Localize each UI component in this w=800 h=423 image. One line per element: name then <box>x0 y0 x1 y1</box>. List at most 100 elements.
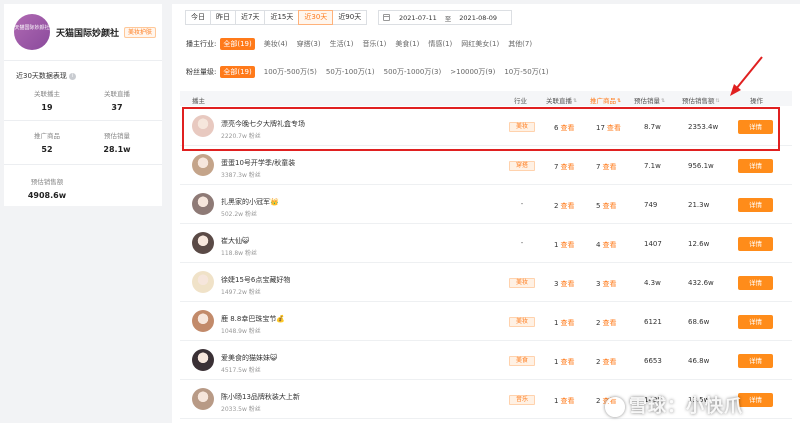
header-linked-live[interactable]: 关联直播⇅ <box>546 95 577 105</box>
detail-button[interactable]: 详情 <box>738 198 773 212</box>
view-live-link[interactable]: 查看 <box>560 397 574 405</box>
products-cell: 5 查看 <box>596 202 617 210</box>
industry-option[interactable]: 生活(1) <box>330 39 354 49</box>
view-live-link[interactable]: 查看 <box>560 358 574 366</box>
header-sales[interactable]: 预估销量⇅ <box>634 95 665 105</box>
view-live-link[interactable]: 查看 <box>560 241 574 249</box>
industry-badge: 美食 <box>509 356 535 366</box>
sales-cell: 6653 <box>644 357 662 365</box>
tab-90days[interactable]: 近90天 <box>332 10 368 25</box>
table-row[interactable]: 蛋蛋10号开学季/秋童装 3387.3w 粉丝 穿搭 7 查看 7 查看 7.1w 956.1w… <box>180 147 792 185</box>
table-row[interactable]: 徐婕15号6点宝藏好物 1497.2w 粉丝 美妆 3 查看 3 查看 4.3w 432.6w 详… <box>180 264 792 302</box>
sort-icon: ⇅ <box>617 98 622 104</box>
linked-live-cell: 3 查看 <box>554 280 575 288</box>
main-panel: 今日 昨日 近7天 近15天 近30天 近90天 2021-07-11 至 20… <box>172 4 800 423</box>
table-row[interactable]: 鹿 8.8幸巴珠宝节💰 1048.9w 粉丝 美妆 1 查看 2 查看 6121 68.6w 详情 <box>180 303 792 341</box>
anchor-name[interactable]: 扎黑家的小冠军👑 <box>221 197 279 207</box>
detail-button[interactable]: 详情 <box>738 393 773 407</box>
header-industry: 行业 <box>514 97 527 105</box>
anchor-name[interactable]: 爱美食的猫妹妹😺 <box>221 353 277 363</box>
summary-title: 近30天数据表现 i <box>16 71 76 81</box>
table-row[interactable]: 崔大仙😺 118.8w 粉丝 - 1 查看 4 查看 1407 12.6w 详情 <box>180 225 792 263</box>
sort-icon: ⇅ <box>715 98 720 104</box>
fans-option-all[interactable]: 全部(19) <box>220 66 255 78</box>
anchor-name[interactable]: 徐婕15号6点宝藏好物 <box>221 275 290 285</box>
arrow-annotation <box>730 56 763 96</box>
table-row[interactable]: 扎黑家的小冠军👑 502.2w 粉丝 - 2 查看 5 查看 749 21.3w 详情 <box>180 186 792 224</box>
stat-promoted-products: 推广商品 52 <box>34 132 60 154</box>
view-products-link[interactable]: 查看 <box>602 358 616 366</box>
fans-option[interactable]: 100万-500万(5) <box>264 67 317 77</box>
anchor-name[interactable]: 陈小旸13品牌秋装大上新 <box>221 392 300 402</box>
fans-option[interactable]: 500万-1000万(3) <box>384 67 442 77</box>
industry-option-all[interactable]: 全部(19) <box>220 38 255 50</box>
anchor-fans: 4517.5w 粉丝 <box>221 367 261 374</box>
detail-button[interactable]: 详情 <box>738 315 773 329</box>
view-products-link[interactable]: 查看 <box>602 163 616 171</box>
products-cell: 7 查看 <box>596 163 617 171</box>
view-live-link[interactable]: 查看 <box>560 163 574 171</box>
anchor-fans: 2033.5w 粉丝 <box>221 406 261 413</box>
industry-option[interactable]: 美食(1) <box>395 39 419 49</box>
shop-logo: 天猫国际妙颜社 <box>14 14 50 50</box>
view-live-link[interactable]: 查看 <box>560 280 574 288</box>
tab-30days[interactable]: 近30天 <box>298 10 334 25</box>
view-products-link[interactable]: 查看 <box>602 319 616 327</box>
info-icon[interactable]: i <box>68 72 76 80</box>
view-products-link[interactable]: 查看 <box>602 202 616 210</box>
anchor-avatar[interactable] <box>192 349 214 371</box>
linked-live-cell: 2 查看 <box>554 202 575 210</box>
header-revenue[interactable]: 预估销售额⇅ <box>682 95 720 105</box>
anchor-fans: 502.2w 粉丝 <box>221 211 257 218</box>
anchor-fans: 3387.3w 粉丝 <box>221 172 261 179</box>
industry-option[interactable]: 音乐(1) <box>363 39 387 49</box>
view-live-link[interactable]: 查看 <box>560 319 574 327</box>
industry-badge: 美妆 <box>509 317 535 327</box>
tab-yesterday[interactable]: 昨日 <box>210 10 236 25</box>
table-row[interactable]: 爱美食的猫妹妹😺 4517.5w 粉丝 美食 1 查看 2 查看 6653 46.8w 详情 <box>180 342 792 380</box>
tab-15days[interactable]: 近15天 <box>264 10 300 25</box>
tab-today[interactable]: 今日 <box>185 10 211 25</box>
industry-option[interactable]: 美妆(4) <box>264 39 288 49</box>
anchor-name[interactable]: 鹿 8.8幸巴珠宝节💰 <box>221 314 285 324</box>
anchor-name[interactable]: 蛋蛋10号开学季/秋童装 <box>221 158 295 168</box>
header-products[interactable]: 推广商品⇅ <box>590 95 621 105</box>
detail-button[interactable]: 详情 <box>738 159 773 173</box>
anchor-name[interactable]: 崔大仙😺 <box>221 236 249 246</box>
fans-filter: 粉丝量级: 全部(19) 100万-500万(5) 50万-100万(1) 50… <box>186 66 558 78</box>
anchor-avatar[interactable] <box>192 271 214 293</box>
industry-option[interactable]: 情感(1) <box>428 39 452 49</box>
industry-badge: 穿搭 <box>509 161 535 171</box>
view-live-link[interactable]: 查看 <box>560 202 574 210</box>
stat-linked-lives: 关联直播 37 <box>104 90 130 112</box>
anchor-avatar[interactable] <box>192 388 214 410</box>
date-range-picker[interactable]: 2021-07-11 至 2021-08-09 <box>378 10 512 25</box>
fans-option[interactable]: >10000万(9) <box>450 67 495 77</box>
industry-option[interactable]: 网红美女(1) <box>461 39 499 49</box>
view-products-link[interactable]: 查看 <box>602 280 616 288</box>
industry-filter-label: 播主行业: <box>186 40 217 48</box>
date-start: 2021-07-11 <box>399 13 437 22</box>
linked-live-cell: 1 查看 <box>554 358 575 366</box>
view-products-link[interactable]: 查看 <box>602 241 616 249</box>
revenue-cell: 68.6w <box>688 318 710 326</box>
fans-option[interactable]: 10万-50万(1) <box>504 67 548 77</box>
industry-badge: - <box>520 239 524 247</box>
detail-button[interactable]: 详情 <box>738 354 773 368</box>
industry-option[interactable]: 穿搭(3) <box>297 39 321 49</box>
watermark-logo-icon <box>605 397 625 417</box>
stat-estimated-revenue: 预估销售额 4908.6w <box>27 178 67 200</box>
revenue-cell: 12.6w <box>688 240 710 248</box>
anchor-avatar[interactable] <box>192 154 214 176</box>
industry-filter: 播主行业: 全部(19) 美妆(4) 穿搭(3) 生活(1) 音乐(1) 美食(… <box>186 38 541 50</box>
detail-button[interactable]: 详情 <box>738 276 773 290</box>
detail-button[interactable]: 详情 <box>738 237 773 251</box>
anchor-avatar[interactable] <box>192 310 214 332</box>
anchor-avatar[interactable] <box>192 193 214 215</box>
fans-option[interactable]: 50万-100万(1) <box>326 67 375 77</box>
anchor-avatar[interactable] <box>192 232 214 254</box>
shop-header: 天猫国际妙颜社 天猫国际妙颜社 美妆护肤 <box>14 14 159 50</box>
industry-option[interactable]: 其他(7) <box>508 39 532 49</box>
tab-7days[interactable]: 近7天 <box>235 10 266 25</box>
table-header: 播主 行业 关联直播⇅ 推广商品⇅ 预估销量⇅ 预估销售额⇅ 操作 <box>180 91 792 106</box>
